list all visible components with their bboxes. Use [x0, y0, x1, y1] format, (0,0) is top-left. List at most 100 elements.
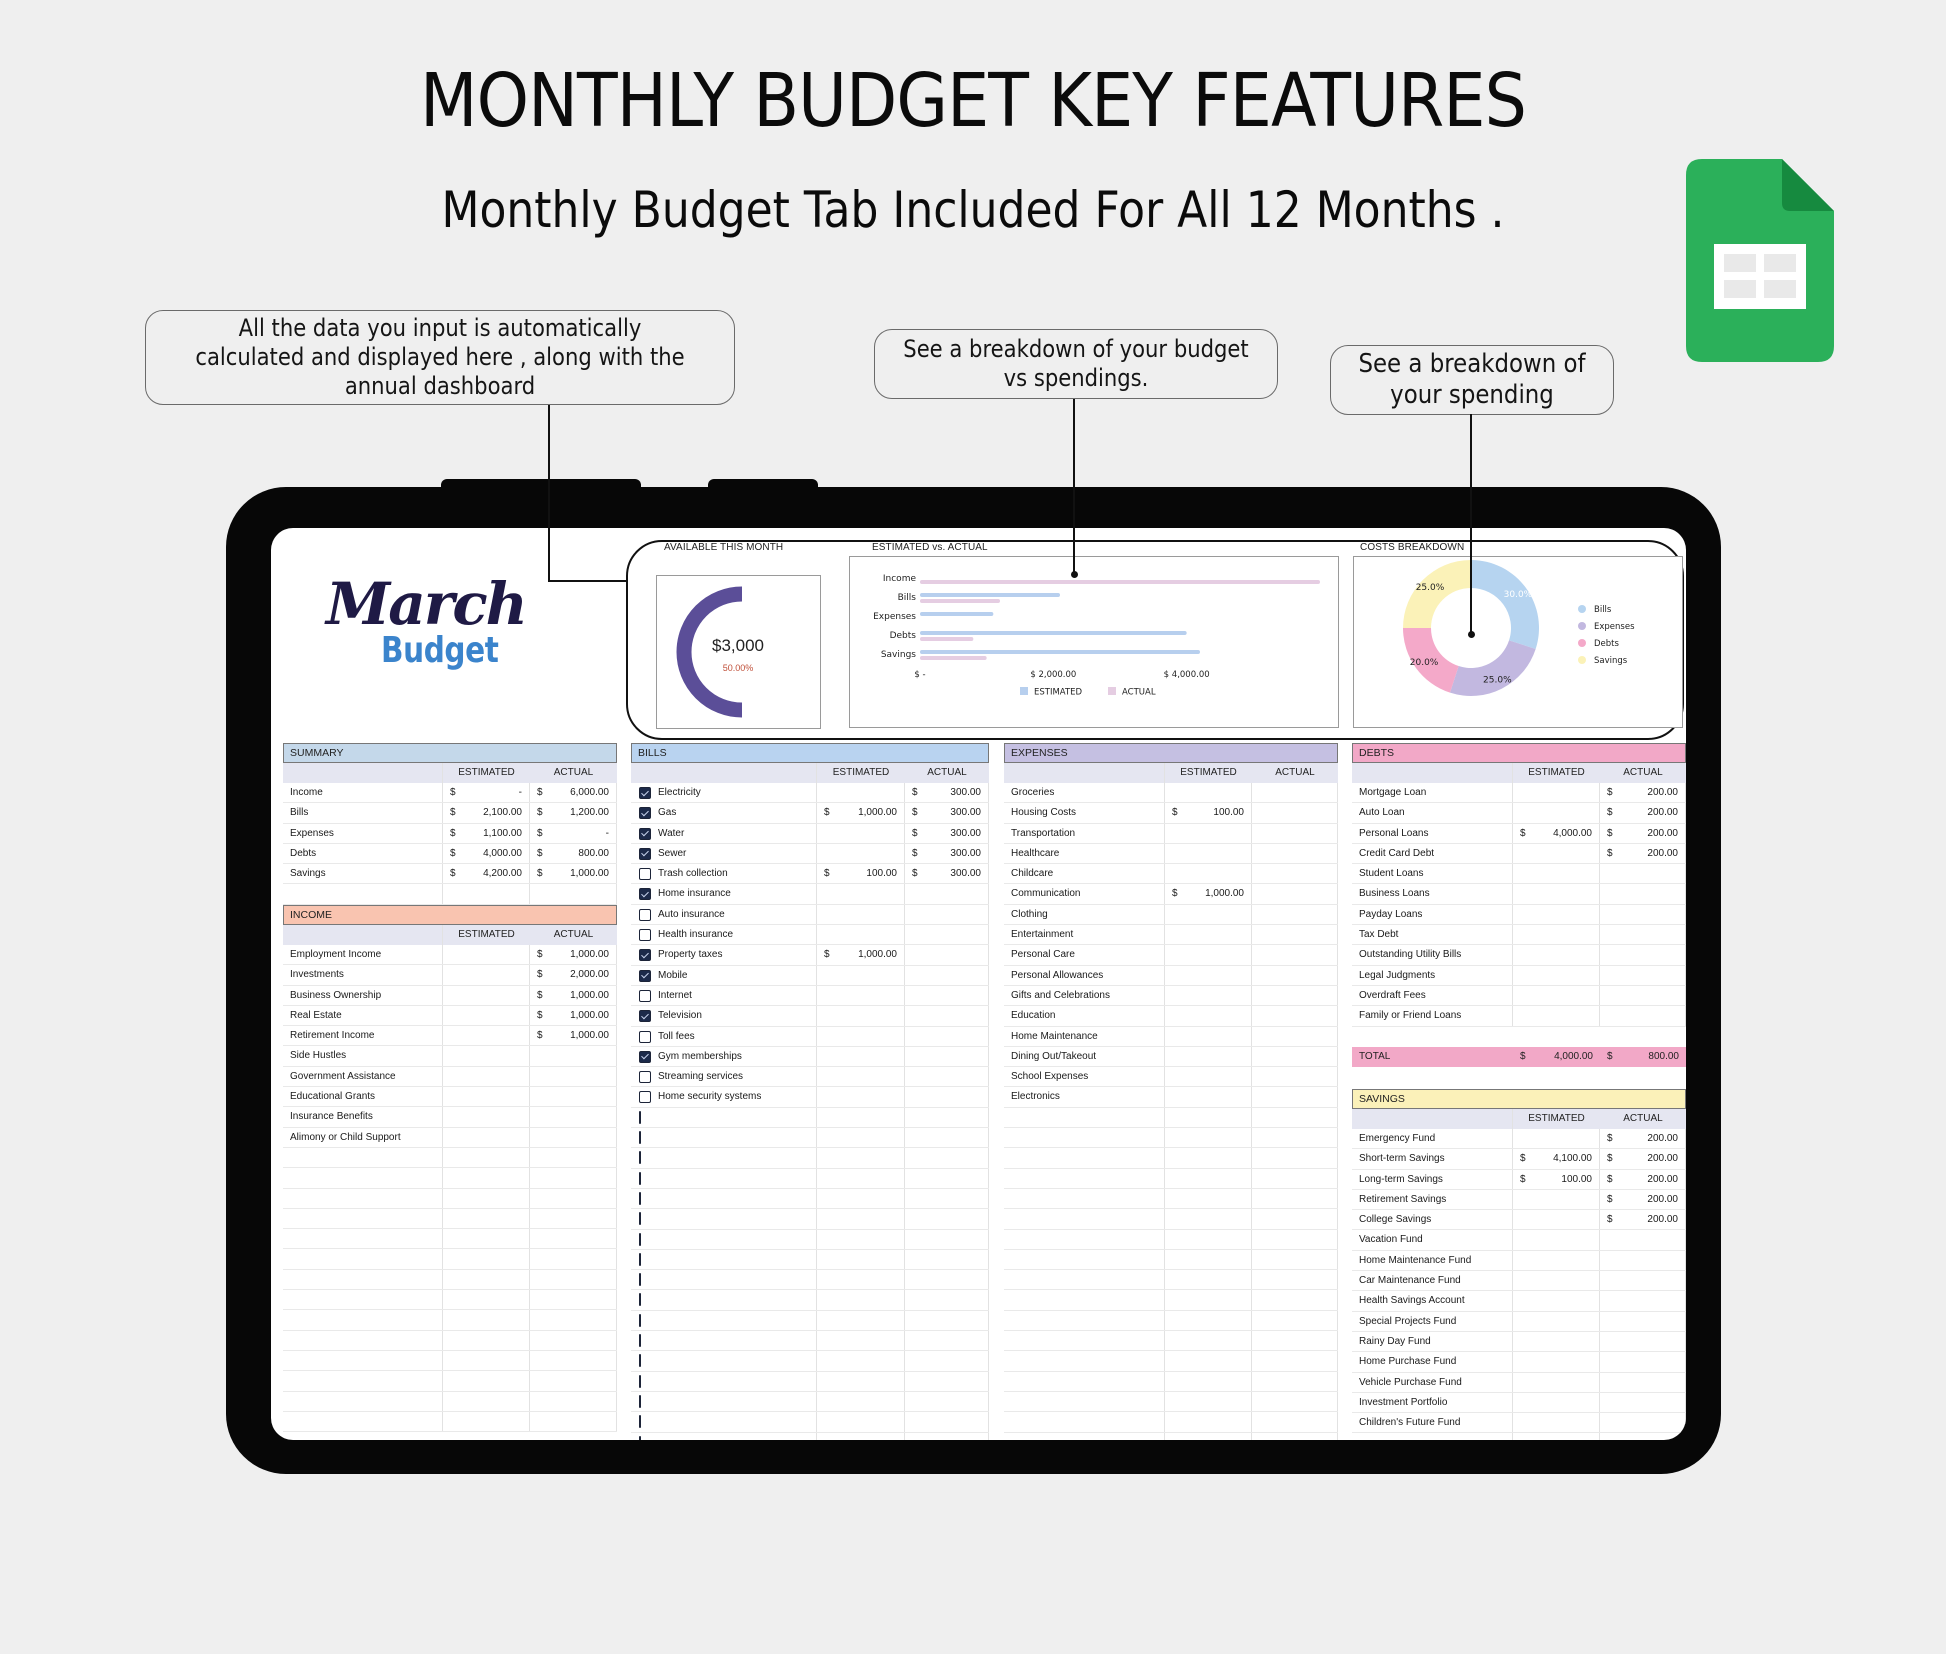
- row-label-cell[interactable]: Legal Judgments: [1352, 965, 1513, 985]
- estimated-cell[interactable]: [817, 1026, 905, 1046]
- actual-cell[interactable]: [1252, 783, 1338, 803]
- estimated-cell[interactable]: [1513, 1392, 1600, 1413]
- actual-cell[interactable]: [1252, 1128, 1338, 1148]
- row-label-cell[interactable]: Electronics: [1004, 1087, 1165, 1107]
- row-label-cell[interactable]: Business Loans: [1352, 884, 1513, 904]
- estimated-cell[interactable]: [817, 1128, 905, 1148]
- row-label-cell[interactable]: [283, 1249, 443, 1269]
- actual-cell[interactable]: [1252, 1371, 1338, 1391]
- estimated-cell[interactable]: [1513, 945, 1600, 965]
- estimated-cell[interactable]: [1165, 864, 1252, 884]
- estimated-cell[interactable]: $2,100.00: [443, 803, 530, 823]
- estimated-cell[interactable]: [1165, 783, 1252, 803]
- estimated-cell[interactable]: [1513, 843, 1600, 864]
- row-label-cell[interactable]: Tax Debt: [1352, 925, 1513, 945]
- estimated-cell[interactable]: [817, 1067, 905, 1087]
- estimated-cell[interactable]: [817, 1432, 905, 1440]
- actual-cell[interactable]: $1,000.00: [530, 945, 617, 965]
- row-label-cell[interactable]: Long-term Savings: [1352, 1169, 1513, 1189]
- estimated-cell[interactable]: [817, 783, 905, 803]
- checkbox-unchecked[interactable]: [639, 1273, 641, 1287]
- actual-cell[interactable]: [1252, 1148, 1338, 1168]
- estimated-cell[interactable]: [1165, 1148, 1252, 1168]
- row-label-cell[interactable]: Expenses: [283, 823, 443, 843]
- row-label-cell[interactable]: Side Hustles: [283, 1046, 443, 1066]
- row-label-cell[interactable]: Dining Out/Takeout: [1004, 1046, 1165, 1067]
- row-label-cell[interactable]: Property taxes: [631, 945, 817, 965]
- estimated-cell[interactable]: [1513, 1210, 1600, 1230]
- checkbox-checked[interactable]: [639, 847, 651, 860]
- estimated-cell[interactable]: [1165, 823, 1252, 843]
- actual-cell[interactable]: [1252, 1006, 1338, 1026]
- estimated-cell[interactable]: [817, 823, 905, 843]
- estimated-cell[interactable]: [817, 1168, 905, 1188]
- actual-cell[interactable]: $200.00: [1600, 1210, 1686, 1230]
- estimated-cell[interactable]: [443, 1066, 530, 1087]
- row-label-cell[interactable]: Sewer: [631, 843, 817, 864]
- checkbox-unchecked[interactable]: [639, 1435, 641, 1440]
- row-label-cell[interactable]: [631, 1148, 817, 1168]
- actual-cell[interactable]: [905, 945, 989, 965]
- actual-cell[interactable]: [1600, 945, 1686, 965]
- row-label-cell[interactable]: Transportation: [1004, 823, 1165, 843]
- estimated-cell[interactable]: [1165, 904, 1252, 925]
- actual-cell[interactable]: [905, 1290, 989, 1310]
- estimated-cell[interactable]: $ -: [443, 783, 530, 803]
- estimated-cell[interactable]: [817, 965, 905, 985]
- row-label-cell[interactable]: [1004, 1432, 1165, 1440]
- actual-cell[interactable]: [1252, 1432, 1338, 1440]
- estimated-cell[interactable]: [1513, 1230, 1600, 1250]
- actual-cell[interactable]: [905, 1188, 989, 1209]
- row-label-cell[interactable]: Mobile: [631, 965, 817, 985]
- checkbox-unchecked[interactable]: [639, 1212, 641, 1226]
- row-label-cell[interactable]: [283, 1371, 443, 1391]
- row-label-cell[interactable]: Outstanding Utility Bills: [1352, 945, 1513, 965]
- estimated-cell[interactable]: [1513, 985, 1600, 1006]
- actual-cell[interactable]: [905, 965, 989, 985]
- estimated-cell[interactable]: $1,000.00: [817, 945, 905, 965]
- row-label-cell[interactable]: [283, 1310, 443, 1330]
- actual-cell[interactable]: $300.00: [905, 864, 989, 884]
- checkbox-unchecked[interactable]: [639, 1191, 641, 1205]
- actual-cell[interactable]: [1252, 1168, 1338, 1188]
- actual-cell[interactable]: [1600, 1006, 1686, 1026]
- actual-cell[interactable]: [905, 1270, 989, 1290]
- actual-cell[interactable]: $200.00: [1600, 823, 1686, 843]
- row-label-cell[interactable]: Children's Future Fund: [1352, 1413, 1513, 1433]
- estimated-cell[interactable]: [1165, 1087, 1252, 1107]
- estimated-cell[interactable]: [443, 1350, 530, 1371]
- actual-cell[interactable]: [1252, 1026, 1338, 1046]
- estimated-cell[interactable]: $4,200.00: [443, 864, 530, 884]
- estimated-cell[interactable]: [817, 1107, 905, 1128]
- estimated-cell[interactable]: $100.00: [1513, 1169, 1600, 1189]
- actual-cell[interactable]: [905, 1229, 989, 1249]
- row-label-cell[interactable]: Vacation Fund: [1352, 1230, 1513, 1250]
- estimated-cell[interactable]: [817, 884, 905, 904]
- row-label-cell[interactable]: [283, 1269, 443, 1290]
- actual-cell[interactable]: [1252, 985, 1338, 1006]
- estimated-cell[interactable]: [1513, 803, 1600, 823]
- estimated-cell[interactable]: [1165, 1270, 1252, 1290]
- row-label-cell[interactable]: Short-term Savings: [1352, 1149, 1513, 1169]
- actual-cell[interactable]: [1252, 1331, 1338, 1351]
- actual-cell[interactable]: $1,200.00: [530, 803, 617, 823]
- estimated-cell[interactable]: [443, 1046, 530, 1066]
- actual-cell[interactable]: [905, 1026, 989, 1046]
- estimated-cell[interactable]: [443, 1026, 530, 1046]
- row-label-cell[interactable]: [1004, 1168, 1165, 1188]
- actual-cell[interactable]: [1600, 1311, 1686, 1331]
- estimated-cell[interactable]: $4,000.00: [1513, 823, 1600, 843]
- row-label-cell[interactable]: [631, 1107, 817, 1128]
- row-label-cell[interactable]: [283, 1208, 443, 1229]
- actual-cell[interactable]: [905, 925, 989, 945]
- row-label-cell[interactable]: Credit Card Debt: [1352, 843, 1513, 864]
- row-label-cell[interactable]: [631, 1351, 817, 1371]
- actual-cell[interactable]: [1252, 1249, 1338, 1270]
- actual-cell[interactable]: [905, 1046, 989, 1067]
- row-label-cell[interactable]: Home Maintenance Fund: [1352, 1250, 1513, 1271]
- estimated-cell[interactable]: [443, 1269, 530, 1290]
- estimated-cell[interactable]: [817, 1270, 905, 1290]
- estimated-cell[interactable]: [817, 1249, 905, 1270]
- actual-cell[interactable]: [1252, 1067, 1338, 1087]
- estimated-cell[interactable]: [1165, 1128, 1252, 1148]
